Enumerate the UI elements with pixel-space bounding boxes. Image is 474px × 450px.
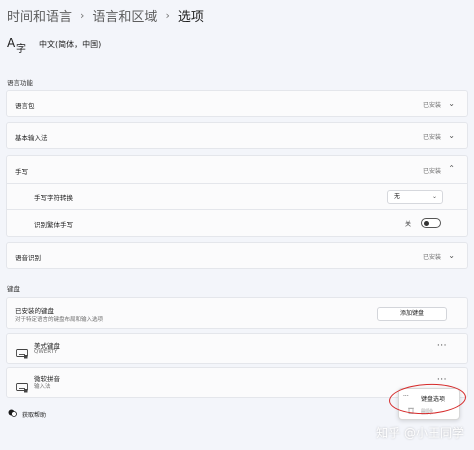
keyboard-item-detail: 输入法	[34, 384, 51, 390]
breadcrumb-separator: ›	[165, 9, 170, 22]
breadcrumb-separator: ›	[80, 9, 85, 22]
basic-input-status: 已安装	[422, 134, 441, 141]
section-language-features: 语言功能	[7, 79, 33, 87]
toggle-state-label: 关	[404, 221, 411, 228]
language-header: A 字 中文(简体，中国)	[7, 35, 101, 53]
installed-keyboards-title: 已安装的键盘	[15, 307, 54, 315]
recognize-traditional-toggle[interactable]	[421, 218, 441, 228]
handwriting-status: 已安装	[422, 168, 441, 175]
chevron-right-icon: ⌄	[448, 99, 455, 108]
page-title: 选项	[177, 10, 204, 25]
svg-text:字: 字	[16, 42, 26, 53]
handwriting-conversion-label: 手写字符转换	[34, 194, 73, 202]
more-options-button[interactable]: ···	[437, 341, 447, 351]
watermark: 知乎 @小王同学	[376, 426, 464, 440]
chevron-down-icon: ⌄	[431, 193, 437, 200]
keyboard-icon	[16, 344, 28, 359]
section-keyboard: 键盘	[7, 285, 20, 293]
language-character-icon: A 字	[7, 35, 31, 53]
help-icon	[8, 409, 17, 419]
breadcrumb: 时间和语言 › 语言和区域 › 选项	[7, 6, 204, 25]
handwriting-conversion-select[interactable]: 无 ⌄	[387, 190, 443, 204]
speech-row[interactable]: 语音识别 已安装 ⌄	[6, 242, 468, 269]
chevron-up-icon[interactable]: ⌃	[448, 164, 455, 173]
speech-status: 已安装	[422, 254, 441, 261]
add-keyboard-button[interactable]: 添加键盘	[377, 307, 447, 321]
keyboard-item-us: 美式键盘 QWERTY ···	[6, 333, 468, 364]
get-help-label: 获取帮助	[22, 411, 47, 419]
toggle-knob	[424, 220, 429, 226]
recognize-traditional-row: 识别繁体手写 关	[6, 210, 468, 237]
installed-keyboards-subtitle: 对于特定语言的键盘布局和输入选项	[15, 317, 104, 323]
speech-label: 语音识别	[15, 254, 41, 262]
get-help-link[interactable]: 获取帮助	[8, 409, 46, 419]
handwriting-conversion-value: 无	[394, 193, 401, 200]
recognize-traditional-label: 识别繁体手写	[34, 221, 73, 229]
language-name: 中文(简体，中国)	[39, 39, 102, 49]
installed-keyboards-row: 已安装的键盘 对于特定语言的键盘布局和输入选项 添加键盘	[6, 297, 468, 329]
chevron-down-icon: ⌄	[448, 251, 455, 260]
language-pack-row[interactable]: 语言包 已安装 ⌄	[6, 90, 468, 117]
basic-input-label: 基本输入法	[15, 134, 48, 142]
handwriting-conversion-row: 手写字符转换 无 ⌄	[6, 184, 468, 210]
keyboard-icon	[16, 378, 28, 393]
svg-text:A: A	[7, 36, 16, 50]
language-pack-label: 语言包	[15, 102, 35, 110]
basic-input-row[interactable]: 基本输入法 已安装 ⌄	[6, 122, 468, 149]
language-pack-status: 已安装	[422, 102, 441, 109]
handwriting-label: 手写	[15, 168, 28, 176]
keyboard-item-detail: QWERTY	[34, 349, 58, 355]
breadcrumb-language-region[interactable]: 语言和区域	[92, 6, 157, 25]
handwriting-row[interactable]: 手写 已安装 ⌃	[6, 155, 468, 184]
chevron-down-icon: ⌄	[448, 131, 455, 140]
breadcrumb-time-language[interactable]: 时间和语言	[7, 6, 72, 25]
